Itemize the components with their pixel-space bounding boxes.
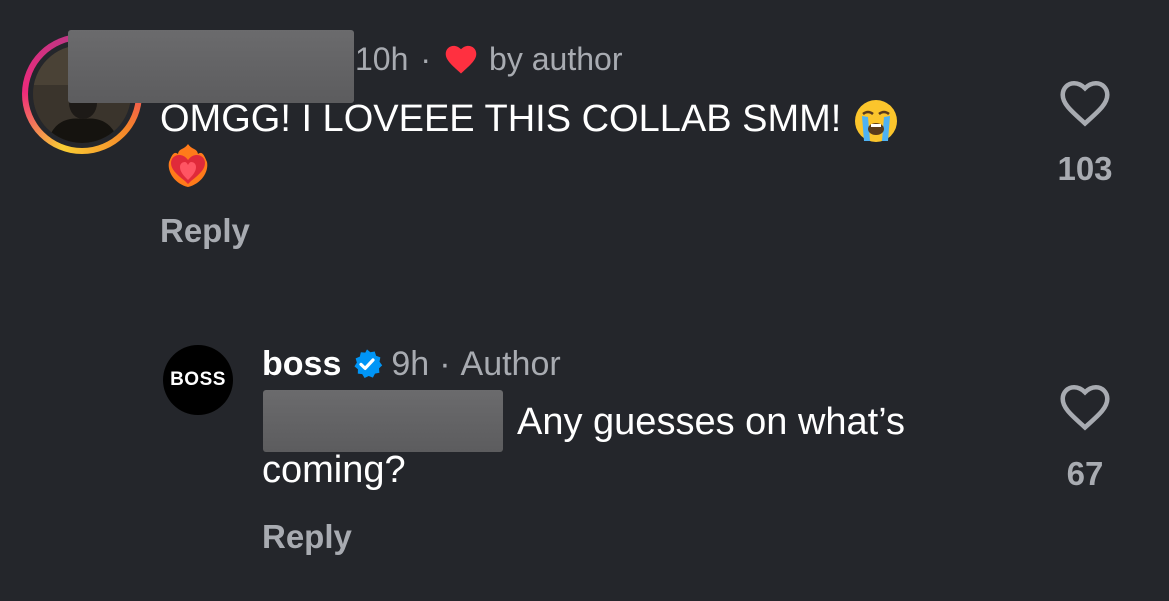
reply-time: 9h — [391, 344, 430, 383]
loudly-crying-face-emoji — [854, 99, 897, 142]
red-heart-icon — [445, 45, 477, 74]
reply-button[interactable]: Reply — [160, 212, 250, 250]
verified-badge-icon — [354, 349, 383, 378]
comment-time: 10h — [355, 40, 409, 77]
meta-separator: · — [420, 40, 432, 77]
redacted-mention — [263, 390, 503, 452]
reply-username[interactable]: boss — [262, 345, 341, 384]
liked-by-author-label: by author — [489, 40, 623, 77]
reply-meta: boss 9h · Author — [262, 342, 561, 386]
heart-on-fire-emoji — [168, 144, 208, 187]
comment-text-content: OMGG! I LOVEEE THIS COLLAB SMM! — [160, 98, 842, 140]
reply-button[interactable]: Reply — [262, 518, 352, 556]
reply-text-line2: coming? — [262, 449, 406, 491]
comment-meta: 10h · by author — [355, 38, 622, 80]
boss-avatar[interactable]: BOSS — [163, 345, 233, 415]
like-count: 103 — [1057, 150, 1113, 187]
comment-text: OMGG! I LOVEEE THIS COLLAB SMM! — [160, 95, 960, 145]
like-count: 67 — [1066, 455, 1104, 492]
heart-outline-icon[interactable] — [1057, 382, 1113, 432]
heart-outline-icon[interactable] — [1057, 78, 1113, 128]
reply-text-line1: Any guesses on what’s — [517, 401, 905, 443]
meta-separator: · — [439, 344, 451, 383]
redacted-username — [68, 30, 354, 103]
author-label: Author — [460, 344, 561, 383]
